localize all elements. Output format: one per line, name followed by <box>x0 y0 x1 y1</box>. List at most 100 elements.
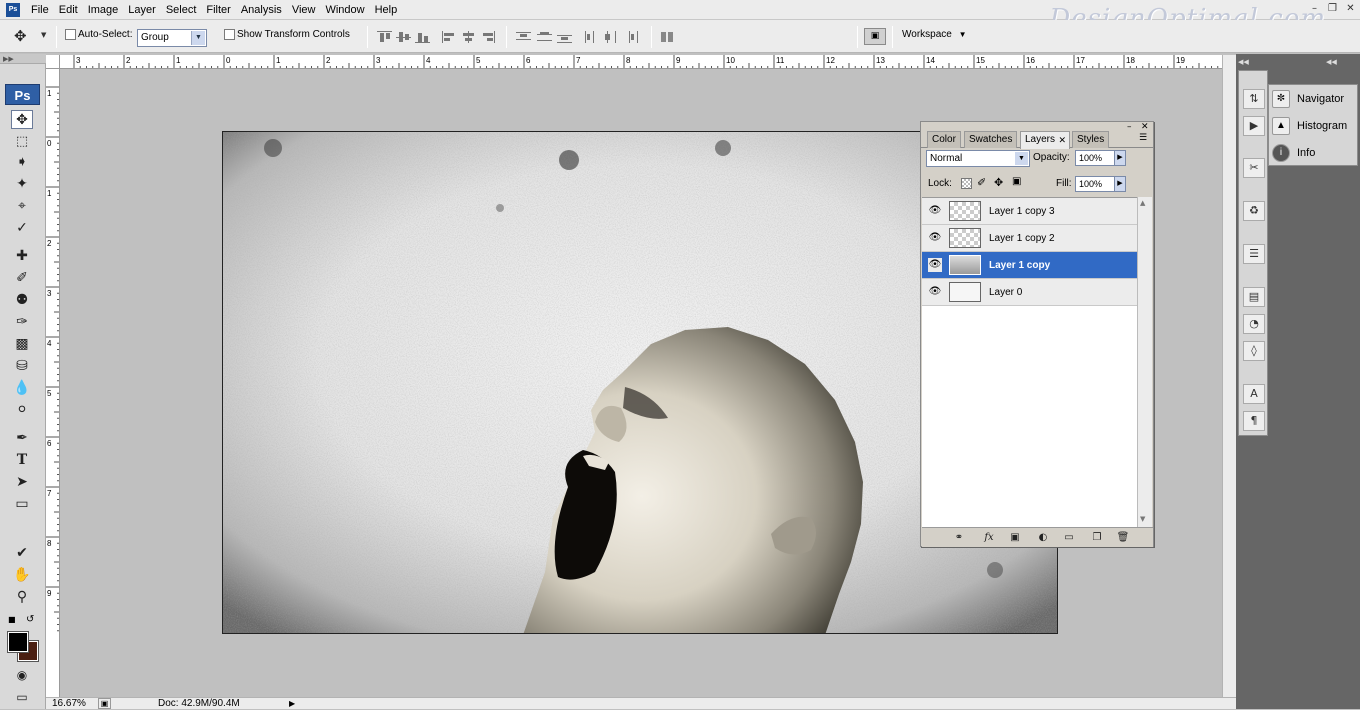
minimize-icon[interactable]: – <box>1308 3 1321 16</box>
paths-panel-icon[interactable]: ◊ <box>1243 341 1265 361</box>
distribute-left-icon[interactable] <box>584 31 599 43</box>
chevron-down-icon[interactable]: ▼ <box>41 31 46 39</box>
magic-wand-tool-icon[interactable]: ✦ <box>11 175 33 194</box>
layer-row-selected[interactable]: 👁 Layer 1 copy <box>922 252 1137 279</box>
panel-menu-icon[interactable]: ☰ <box>1139 133 1147 143</box>
history-panel-icon[interactable]: ⇅ <box>1243 89 1265 109</box>
visibility-eye-icon[interactable]: 👁 <box>928 231 942 245</box>
lock-position-icon[interactable]: ✥ <box>994 176 1003 189</box>
photoshop-logo[interactable]: Ps <box>5 84 40 105</box>
type-tool-icon[interactable]: T <box>11 451 33 470</box>
menu-analysis[interactable]: Analysis <box>236 4 287 16</box>
ruler-origin[interactable] <box>46 55 60 69</box>
menu-view[interactable]: View <box>287 4 321 16</box>
layer-row[interactable]: 👁 Layer 1 copy 2 <box>922 225 1137 252</box>
new-layer-icon[interactable]: ❐ <box>1090 531 1104 545</box>
align-vertical-center-icon[interactable] <box>396 31 411 43</box>
new-group-icon[interactable]: ▭ <box>1062 531 1076 545</box>
photoshop-app-icon[interactable]: Ps <box>6 2 20 17</box>
lock-pixels-icon[interactable]: ✐ <box>977 176 986 189</box>
fx-icon[interactable]: fx <box>982 531 996 545</box>
blur-tool-icon[interactable]: 💧 <box>11 379 33 398</box>
menu-filter[interactable]: Filter <box>201 4 235 16</box>
opacity-field[interactable]: 100% ▶ <box>1075 150 1126 166</box>
quick-mask-icon[interactable]: ◉ <box>11 666 33 685</box>
paint-bucket-tool-icon[interactable]: ⛁ <box>11 357 33 376</box>
paragraph-panel-icon[interactable]: ¶ <box>1243 411 1265 431</box>
menu-help[interactable]: Help <box>370 4 403 16</box>
visibility-eye-icon[interactable]: 👁 <box>928 285 942 299</box>
character-panel-icon[interactable]: A <box>1243 384 1265 404</box>
expand-dock-icon[interactable]: ◀◀ <box>1326 58 1356 68</box>
menu-window[interactable]: Window <box>320 4 369 16</box>
close-icon[interactable]: ✕ <box>1344 3 1357 16</box>
hand-tool-icon[interactable]: ✋ <box>11 566 33 585</box>
pen-tool-icon[interactable]: ✒ <box>11 429 33 448</box>
visibility-eye-icon[interactable]: 👁 <box>928 258 942 272</box>
lock-transparent-icon[interactable] <box>961 178 972 189</box>
channels-panel-icon[interactable]: ◔ <box>1243 314 1265 334</box>
auto-select-checkbox[interactable] <box>65 29 76 40</box>
navigator-panel-item[interactable]: ✼ Navigator <box>1272 88 1356 110</box>
tab-layers[interactable]: Layers ✕ <box>1020 131 1071 149</box>
move-tool-preset-icon[interactable]: ✥ <box>14 27 27 45</box>
eraser-tool-icon[interactable]: ▩ <box>11 335 33 354</box>
tab-swatches[interactable]: Swatches <box>964 131 1018 148</box>
status-arrow-icon[interactable]: ▶ <box>289 698 295 710</box>
history-brush-tool-icon[interactable]: ✑ <box>11 313 33 332</box>
menu-layer[interactable]: Layer <box>123 4 161 16</box>
menu-edit[interactable]: Edit <box>54 4 83 16</box>
lasso-tool-icon[interactable]: ➧ <box>11 153 33 172</box>
collapse-dock-icon[interactable]: ◀◀ <box>1238 58 1268 68</box>
screen-mode-icon[interactable]: ▭ <box>11 688 33 707</box>
menu-image[interactable]: Image <box>83 4 124 16</box>
adjustment-layer-icon[interactable]: ◐ <box>1036 531 1050 545</box>
swap-colors-icon[interactable]: ↺ <box>26 614 34 625</box>
distribute-bottom-icon[interactable] <box>557 31 572 43</box>
link-layers-icon[interactable]: ⚭ <box>952 531 966 545</box>
default-colors-icon[interactable]: ■ <box>8 615 16 624</box>
crop-tool-icon[interactable]: ⌖ <box>11 197 33 216</box>
layers-panel-icon[interactable]: ▤ <box>1243 287 1265 307</box>
distribute-top-icon[interactable] <box>516 31 531 43</box>
marquee-tool-icon[interactable]: ⬚ <box>11 132 33 151</box>
layers-scrollbar[interactable]: ▲ ▼ <box>1137 197 1152 527</box>
align-bottom-icon[interactable] <box>415 31 430 43</box>
align-right-icon[interactable] <box>480 31 495 43</box>
blend-mode-dropdown[interactable]: Normal ▼ <box>926 150 1030 167</box>
histogram-panel-item[interactable]: ▲ Histogram <box>1272 115 1356 137</box>
visibility-eye-icon[interactable]: 👁 <box>928 204 942 218</box>
path-selection-tool-icon[interactable]: ➤ <box>11 473 33 492</box>
toolbox-collapse-icon[interactable]: ▶▶ <box>0 54 46 64</box>
chevron-right-icon[interactable]: ▶ <box>1114 150 1126 166</box>
clone-stamp-tool-icon[interactable]: ⚉ <box>11 291 33 310</box>
dodge-tool-icon[interactable]: ⚪ <box>11 401 33 420</box>
healing-brush-tool-icon[interactable]: ✚ <box>11 247 33 266</box>
show-transform-checkbox[interactable] <box>224 29 235 40</box>
layer-row[interactable]: 👁 Layer 1 copy 3 <box>922 198 1137 225</box>
vertical-scrollbar[interactable] <box>1222 55 1236 698</box>
workspace-button[interactable]: Workspace ▼ <box>902 29 967 40</box>
foreground-color-swatch[interactable] <box>7 631 29 653</box>
layer-row[interactable]: 👁 Layer 0 <box>922 279 1137 306</box>
tab-close-icon[interactable]: ✕ <box>1058 132 1066 148</box>
scroll-up-icon[interactable]: ▲ <box>1140 199 1145 207</box>
fill-field[interactable]: 100% ▶ <box>1075 176 1126 192</box>
chevron-right-icon[interactable]: ▶ <box>1114 176 1126 192</box>
tab-color[interactable]: Color <box>927 131 961 148</box>
zoom-tool-icon[interactable]: ⚲ <box>11 588 33 607</box>
distribute-right-icon[interactable] <box>624 31 639 43</box>
align-left-icon[interactable] <box>442 31 457 43</box>
menu-file[interactable]: File <box>26 4 54 16</box>
tab-styles[interactable]: Styles <box>1072 131 1110 148</box>
auto-select-dropdown[interactable]: Group ▼ <box>137 29 207 47</box>
status-menu-icon[interactable]: ▣ <box>98 698 111 709</box>
brushes-panel-icon[interactable]: ♻ <box>1243 201 1265 221</box>
scroll-down-icon[interactable]: ▼ <box>1140 515 1145 523</box>
layer-mask-icon[interactable]: ▣ <box>1008 531 1022 545</box>
actions-panel-icon[interactable]: ▶ <box>1243 116 1265 136</box>
zoom-level[interactable]: 16.67% <box>52 698 86 710</box>
shape-tool-icon[interactable]: ▭ <box>11 495 33 514</box>
distribute-vertical-center-icon[interactable] <box>537 31 552 43</box>
bridge-icon[interactable]: ▣ <box>864 28 886 45</box>
